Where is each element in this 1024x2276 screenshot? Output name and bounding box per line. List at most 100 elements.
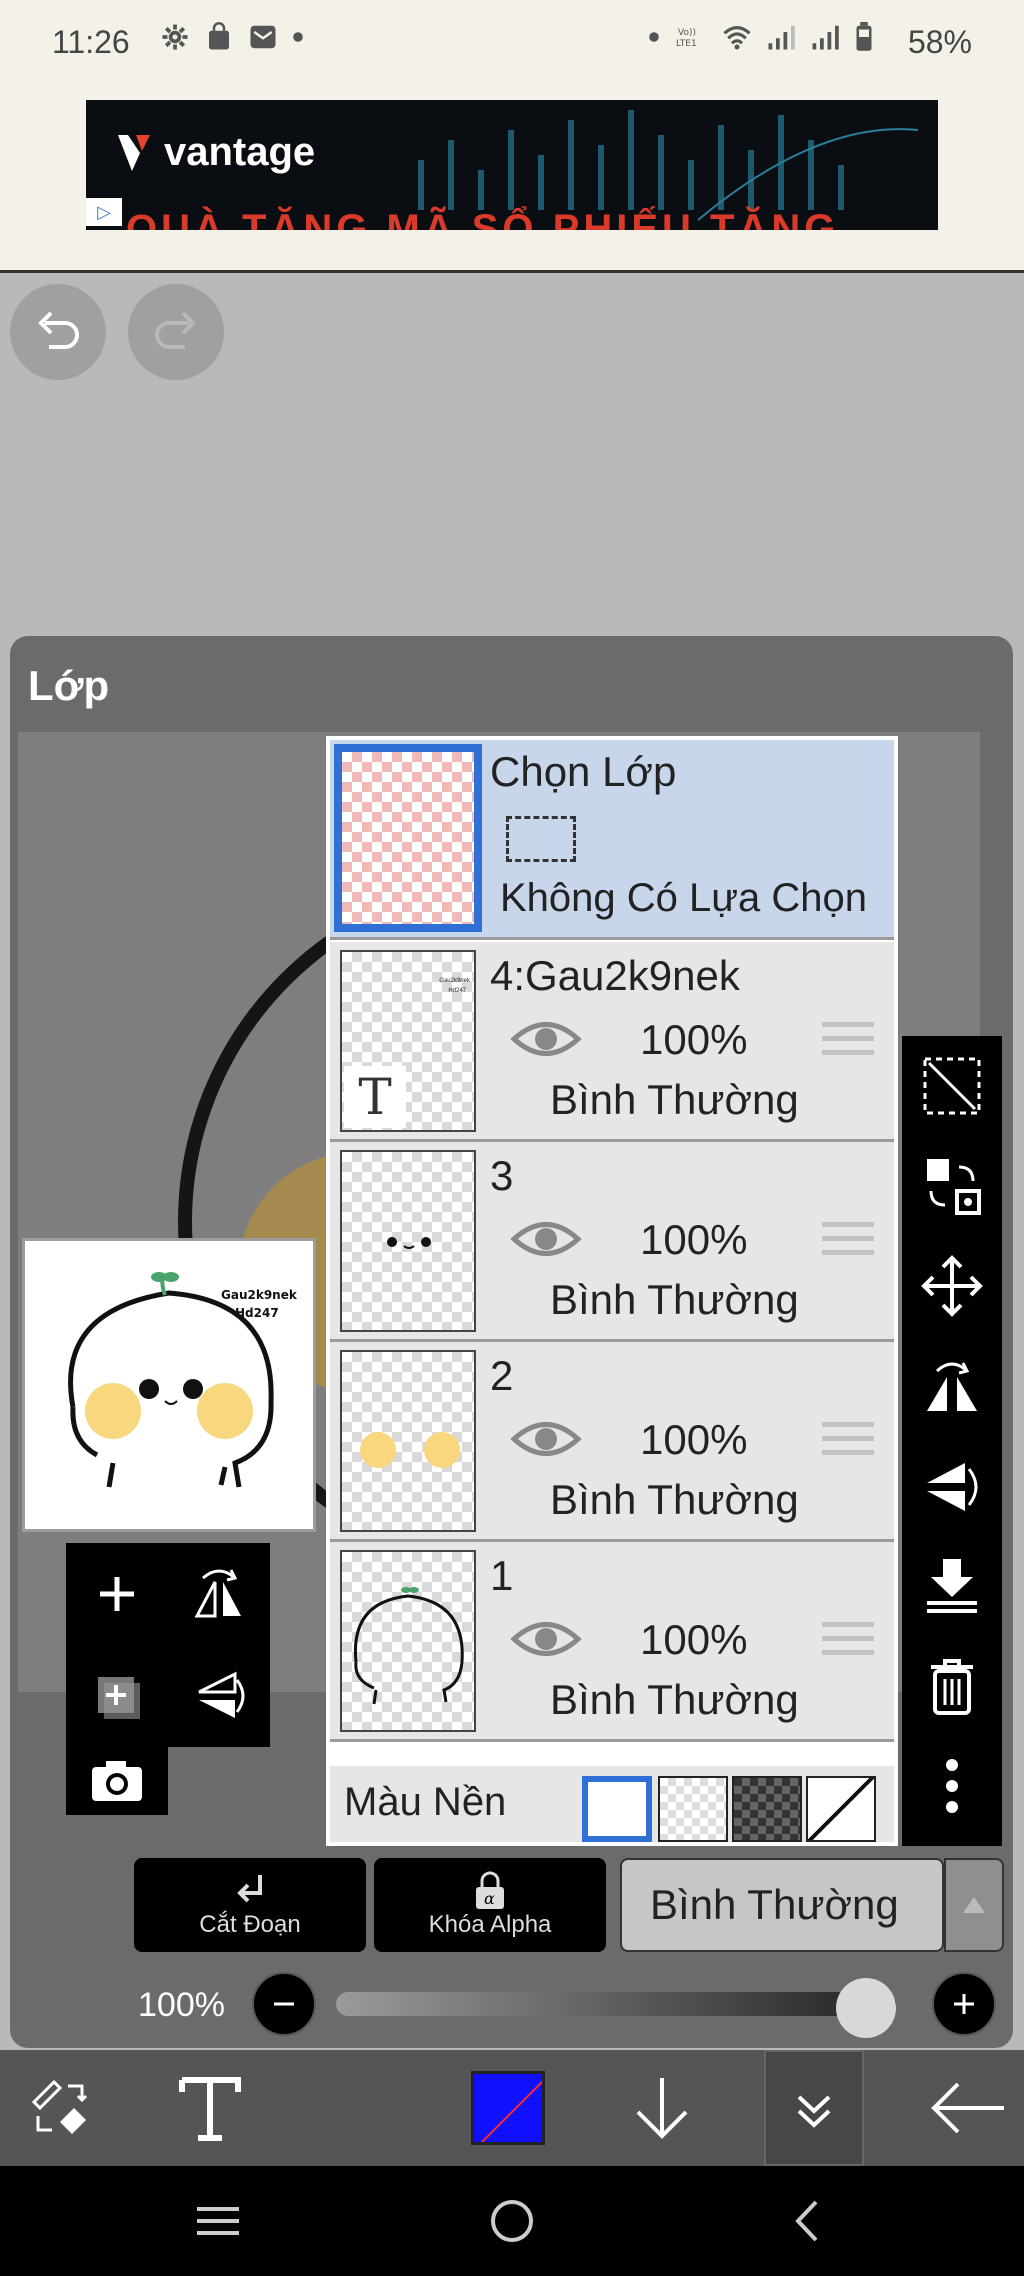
layer-opacity: 100%	[640, 1016, 748, 1063]
minus-icon	[274, 2002, 294, 2006]
shop-icon	[209, 22, 229, 50]
drag-handle-icon[interactable]	[822, 1222, 874, 1262]
eye-icon[interactable]	[510, 1614, 582, 1664]
layer-row[interactable]: T Gau2k9nek Hd247 4:Gau2k9nek 100% Bình …	[330, 942, 894, 1142]
merge-down-button[interactable]	[902, 1536, 1002, 1636]
layer-blend-mode: Bình Thường	[550, 1476, 799, 1523]
volte-icon: Vo))LTE1	[676, 28, 697, 49]
ad-choices-icon[interactable]: ▷	[86, 198, 122, 226]
blend-mode-select[interactable]: Bình Thường	[620, 1858, 944, 1952]
eye-icon[interactable]	[510, 1214, 582, 1264]
layer-down-button[interactable]	[612, 2050, 712, 2166]
double-chevron-down-icon	[797, 2095, 831, 2128]
menu-icon	[197, 2207, 239, 2235]
clipping-label: Cắt Đoạn	[199, 1911, 301, 1938]
layer-row[interactable]: 3 100% Bình Thường	[330, 1142, 894, 1342]
drag-handle-icon[interactable]	[822, 1622, 874, 1662]
opacity-increase-button[interactable]	[932, 1972, 996, 2036]
dot-icon	[293, 32, 303, 42]
arrow-down-icon	[636, 2078, 688, 2139]
chevron-left-icon	[795, 2200, 818, 2242]
select-layer-area-button[interactable]	[902, 1036, 1002, 1136]
svg-text:Vo)): Vo))	[678, 28, 696, 38]
clipping-button[interactable]: Cắt Đoạn	[134, 1858, 366, 1952]
alpha-lock-label: Khóa Alpha	[428, 1911, 552, 1938]
ad-area: vantage QUÀ TẶNG MÃ SỔ PHIẾU TẶNG ▷	[0, 90, 1024, 270]
undo-button[interactable]	[10, 284, 106, 380]
plus-icon	[100, 1577, 134, 1611]
marquee-select-icon	[923, 1057, 981, 1115]
ad-strip-text: QUÀ TẶNG MÃ SỔ PHIẾU TẶNG	[126, 207, 840, 230]
canvas-preview[interactable]: Gau2k9nek Hd247	[22, 1238, 316, 1532]
opacity-slider-track[interactable]	[336, 1992, 896, 2016]
flip-vertical-icon	[198, 1671, 245, 1718]
ad-brand: vantage	[116, 130, 315, 175]
right-tool-column	[902, 1036, 1002, 1846]
color-picker-button[interactable]	[468, 2050, 548, 2166]
background-white-swatch[interactable]	[582, 1776, 652, 1842]
layer-name: 2	[490, 1352, 514, 1399]
battery-percent: 58%	[907, 24, 972, 60]
opacity-decrease-button[interactable]	[252, 1972, 316, 2036]
blend-mode-dropdown-arrow[interactable]	[944, 1858, 1004, 1952]
selection-layer-row[interactable]: Chọn Lớp Không Có Lựa Chọn	[330, 740, 894, 940]
alpha-lock-button[interactable]: α Khóa Alpha	[374, 1858, 606, 1952]
flip-layer-vertical-button[interactable]	[902, 1436, 1002, 1536]
opacity-value: 100%	[138, 1986, 225, 2024]
ad-banner[interactable]: vantage QUÀ TẶNG MÃ SỔ PHIẾU TẶNG ▷	[86, 100, 938, 230]
eye-icon[interactable]	[510, 1414, 582, 1464]
layer-thumbnail	[340, 1150, 476, 1332]
lock-icon: α	[476, 1871, 504, 1909]
clock: 11:26	[52, 24, 130, 60]
flip-horizontal-icon	[927, 1362, 977, 1411]
collapse-panel-button[interactable]	[764, 2050, 864, 2166]
layer-thumbnail-text: Hd247	[448, 988, 466, 994]
camera-icon	[92, 1761, 142, 1801]
flip-vertical-button[interactable]	[168, 1645, 270, 1747]
camera-button[interactable]	[66, 1747, 168, 1815]
background-color-row: Màu Nền	[330, 1766, 894, 1842]
transform-icon	[927, 1159, 981, 1215]
back-button[interactable]	[918, 2050, 1018, 2166]
layer-row[interactable]: 1 100% Bình Thường	[330, 1542, 894, 1742]
redo-button[interactable]	[128, 284, 224, 380]
home-circle-icon	[491, 2200, 533, 2242]
background-dark-checker-swatch[interactable]	[732, 1776, 802, 1842]
transform-button[interactable]	[902, 1136, 1002, 1236]
drag-handle-icon[interactable]	[822, 1422, 874, 1462]
eye-icon[interactable]	[510, 1014, 582, 1064]
add-image-layer-button[interactable]	[66, 1645, 168, 1747]
preview-watermark-line1: Gau2k9nek	[221, 1288, 298, 1302]
delete-layer-button[interactable]	[902, 1636, 1002, 1736]
add-layer-button[interactable]	[66, 1543, 168, 1645]
brush-tool-button[interactable]	[10, 2050, 110, 2166]
flip-layer-horizontal-button[interactable]	[902, 1336, 1002, 1436]
background-none-swatch[interactable]	[806, 1776, 876, 1842]
layer-opacity: 100%	[640, 1216, 748, 1263]
opacity-slider-knob[interactable]	[836, 1978, 896, 2038]
flip-horizontal-button[interactable]	[168, 1543, 270, 1645]
background-transparent-swatch[interactable]	[658, 1776, 728, 1842]
layer-blend-mode: Bình Thường	[550, 1276, 799, 1323]
layer-row[interactable]: 2 100% Bình Thường	[330, 1342, 894, 1542]
background-color-label: Màu Nền	[344, 1780, 507, 1824]
system-back-button[interactable]	[768, 2186, 848, 2256]
selection-marquee-icon	[506, 816, 576, 862]
signal-icon	[768, 25, 795, 50]
ad-brand-text: vantage	[164, 130, 316, 174]
selection-status: Không Có Lựa Chọn	[500, 876, 868, 920]
layer-name: 3	[490, 1152, 514, 1199]
layer-list: Chọn Lớp Không Có Lựa Chọn T Gau2k9nek H…	[326, 736, 898, 1846]
wifi-icon	[723, 26, 751, 50]
text-tool-button[interactable]	[160, 2050, 260, 2166]
layer-opacity: 100%	[640, 1616, 748, 1663]
redo-icon	[155, 311, 196, 349]
home-button[interactable]	[472, 2186, 552, 2256]
move-button[interactable]	[902, 1236, 1002, 1336]
undo-icon	[38, 311, 79, 349]
more-options-button[interactable]	[902, 1736, 1002, 1836]
left-tool-block	[66, 1543, 270, 1815]
layer-name: 4:Gau2k9nek	[490, 952, 740, 999]
drag-handle-icon[interactable]	[822, 1022, 874, 1062]
recent-apps-button[interactable]	[178, 2186, 258, 2256]
